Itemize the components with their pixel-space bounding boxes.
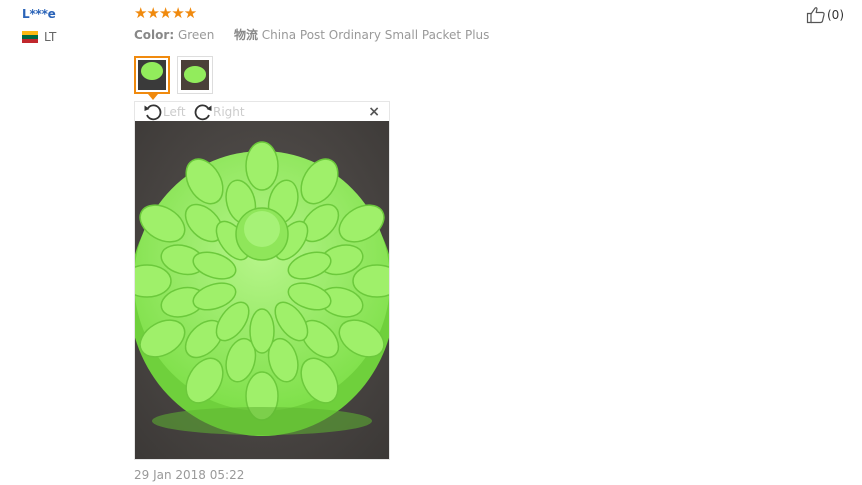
- rotate-right-label: Right: [213, 105, 245, 119]
- photo-viewer-toolbar: Left Right ×: [135, 102, 389, 121]
- rotate-left-button[interactable]: Left: [143, 103, 186, 121]
- review-attributes: Color: Green 物流 China Post Ordinary Smal…: [134, 26, 489, 43]
- color-attr-value: Green: [177, 28, 215, 42]
- color-attr-key: Color:: [134, 28, 175, 42]
- rotate-left-icon: [143, 103, 163, 121]
- thumbnail-image: [138, 60, 166, 90]
- helpful-button[interactable]: (0): [806, 6, 844, 24]
- helpful-count: (0): [827, 8, 844, 22]
- reviewer-name[interactable]: L***e: [22, 7, 56, 21]
- thumbnail-image: [181, 60, 209, 90]
- star-rating: ★★★★★: [134, 4, 197, 22]
- rotate-left-label: Left: [163, 105, 186, 119]
- shipping-attr-value: China Post Ordinary Small Packet Plus: [261, 28, 490, 42]
- thumbs-up-icon: [806, 6, 826, 24]
- close-viewer-button[interactable]: ×: [368, 104, 380, 120]
- selected-thumbnail-caret: [148, 94, 158, 100]
- country-flag-icon: [22, 31, 38, 43]
- shipping-attr-key: 物流: [233, 28, 258, 42]
- review-photo: [135, 121, 389, 459]
- review-photo-thumbnail[interactable]: [134, 56, 170, 94]
- rotate-right-icon: [193, 103, 213, 121]
- rotate-right-button[interactable]: Right: [193, 103, 245, 121]
- photo-viewer: Left Right ×: [134, 101, 390, 460]
- review-date: 29 Jan 2018 05:22: [134, 468, 245, 482]
- review-photo-thumbnail[interactable]: [177, 56, 213, 94]
- reviewer-country: LT: [44, 30, 57, 44]
